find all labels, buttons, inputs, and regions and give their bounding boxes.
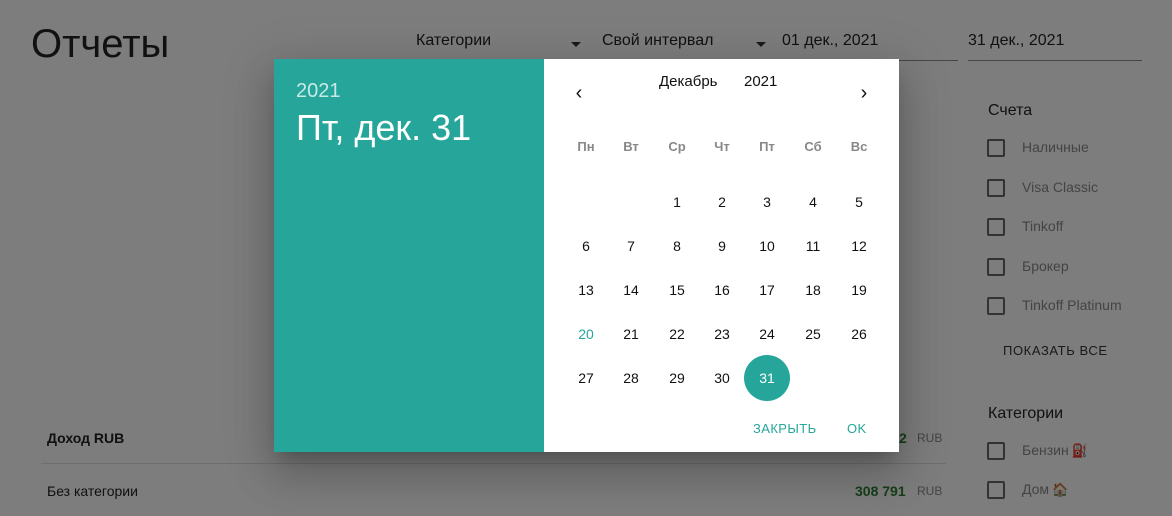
calendar-day[interactable]: 9	[699, 230, 745, 262]
calendar-day[interactable]: 5	[836, 186, 882, 218]
calendar-day[interactable]: 2	[699, 186, 745, 218]
calendar-day[interactable]: 30	[699, 362, 745, 394]
date-picker-header: 2021 Пт, дек. 31	[274, 59, 544, 452]
calendar-day-selected[interactable]: 31	[744, 355, 790, 401]
weekday-label: Вс	[850, 139, 868, 154]
calendar-day[interactable]: 20	[563, 318, 609, 350]
weekday-label: Пт	[759, 139, 775, 154]
calendar-day[interactable]: 27	[563, 362, 609, 394]
calendar-day[interactable]: 19	[836, 274, 882, 306]
calendar-month: Декабрь	[659, 73, 718, 90]
calendar-day[interactable]: 14	[608, 274, 654, 306]
calendar-day[interactable]: 21	[608, 318, 654, 350]
weekday-label: Ср	[668, 139, 686, 154]
calendar-day[interactable]: 3	[744, 186, 790, 218]
calendar-day[interactable]: 26	[836, 318, 882, 350]
calendar-day[interactable]: 25	[790, 318, 836, 350]
calendar-year: 2021	[744, 73, 778, 90]
weekday-label: Чт	[714, 139, 730, 154]
chevron-right-icon[interactable]: ›	[852, 81, 876, 105]
calendar-day[interactable]: 17	[744, 274, 790, 306]
calendar-day[interactable]: 28	[608, 362, 654, 394]
weekday-label: Вт	[623, 139, 639, 154]
ok-button[interactable]: OK	[847, 421, 867, 436]
calendar-day[interactable]: 12	[836, 230, 882, 262]
picker-year[interactable]: 2021	[296, 80, 341, 103]
calendar-day[interactable]: 15	[654, 274, 700, 306]
calendar-day[interactable]: 22	[654, 318, 700, 350]
date-picker-dialog: 2021 Пт, дек. 31 ‹ Декабрь 2021 › Пн Вт Ср…	[274, 59, 899, 452]
calendar-day[interactable]: 4	[790, 186, 836, 218]
weekday-label: Пн	[577, 139, 595, 154]
calendar-day[interactable]: 7	[608, 230, 654, 262]
calendar-day[interactable]: 24	[744, 318, 790, 350]
calendar-day[interactable]: 6	[563, 230, 609, 262]
calendar-day[interactable]: 1	[654, 186, 700, 218]
date-picker-calendar: ‹ Декабрь 2021 › Пн Вт Ср Чт Пт Сб Вс 12345678…	[544, 59, 899, 452]
calendar-day[interactable]: 10	[744, 230, 790, 262]
calendar-day[interactable]: 13	[563, 274, 609, 306]
chevron-left-icon[interactable]: ‹	[567, 81, 591, 105]
picker-selected-date: Пт, дек. 31	[296, 107, 472, 148]
calendar-day[interactable]: 29	[654, 362, 700, 394]
close-button[interactable]: ЗАКРЫТЬ	[753, 421, 817, 436]
calendar-day[interactable]: 16	[699, 274, 745, 306]
calendar-day[interactable]: 11	[790, 230, 836, 262]
weekday-label: Сб	[804, 139, 822, 154]
calendar-day[interactable]: 23	[699, 318, 745, 350]
calendar-day[interactable]: 8	[654, 230, 700, 262]
calendar-day[interactable]: 18	[790, 274, 836, 306]
